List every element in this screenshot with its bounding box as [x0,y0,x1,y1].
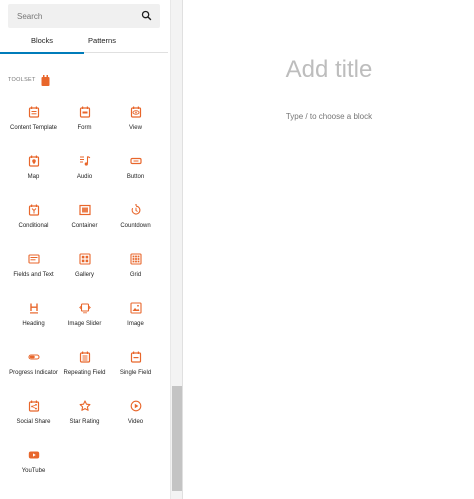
inserter-tabs: Blocks Patterns [0,30,168,54]
repeating-field-icon [79,351,90,363]
block-progress-indicator[interactable]: Progress Indicator [8,341,59,390]
block-map[interactable]: Map [8,145,59,194]
block-label: Content Template [10,125,57,131]
star-rating-icon [79,400,90,411]
audio-icon [79,156,90,166]
post-title-input[interactable]: Add title [184,56,474,84]
block-grid[interactable]: Grid [110,243,161,292]
search-icon[interactable] [141,10,152,21]
scrollbar-thumb[interactable] [172,386,182,491]
block-label: Container [71,223,98,229]
block-image-slider[interactable]: Image Slider [59,292,110,341]
youtube-icon [28,451,39,459]
toolset-section-header: TOOLSET [8,74,50,86]
block-label: Fields and Text [13,272,54,278]
section-title: TOOLSET [8,77,36,83]
block-audio[interactable]: Audio [59,145,110,194]
block-label: Gallery [74,272,94,278]
heading-icon [29,303,38,314]
block-social-share[interactable]: Social Share [8,390,59,439]
block-label: Grid [129,272,142,278]
block-content-template[interactable]: Content Template [8,96,59,145]
block-label: Button [126,174,145,180]
block-label: Image [127,321,144,327]
block-gallery[interactable]: Gallery [59,243,110,292]
block-label: Conditional [18,223,49,229]
block-label: Social Share [16,419,51,425]
tab-patterns[interactable]: Patterns [62,30,142,53]
image-slider-icon [78,303,91,314]
block-single-field[interactable]: Single Field [110,341,161,390]
toolset-logo-icon [41,74,50,86]
block-heading[interactable]: Heading [8,292,59,341]
block-view[interactable]: View [110,96,161,145]
editor-canvas: Add title Type / to choose a block [184,0,474,499]
block-label: Image Slider [67,321,102,327]
content-template-icon [28,106,39,118]
block-appender-prompt[interactable]: Type / to choose a block [184,112,474,121]
grid-icon [129,253,142,265]
single-field-icon [130,351,141,363]
block-grid: Content Template Form View Map Audio Button Co… [8,96,160,488]
image-icon [129,302,142,314]
block-label: Map [27,174,40,180]
view-icon [130,106,141,118]
form-icon [79,106,90,118]
block-label: Audio [76,174,93,180]
block-countdown[interactable]: Countdown [110,194,161,243]
block-repeating-field[interactable]: Repeating Field [59,341,110,390]
block-label: Star Rating [69,419,100,425]
block-label: Single Field [119,370,152,376]
block-youtube[interactable]: YouTube [8,439,59,488]
block-label: View [129,125,142,131]
gallery-icon [78,253,91,265]
block-label: Heading [22,321,45,327]
block-form[interactable]: Form [59,96,110,145]
block-label: YouTube [21,468,46,474]
sidebar-scrollbar[interactable] [170,0,182,499]
social-share-icon [28,400,39,412]
block-video[interactable]: Video [110,390,161,439]
search-box [8,4,160,28]
block-label: Progress Indicator [9,370,58,376]
progress-indicator-icon [27,354,40,360]
map-icon [28,155,39,167]
block-star-rating[interactable]: Star Rating [59,390,110,439]
block-label: Repeating Field [63,370,106,376]
block-conditional[interactable]: Conditional [8,194,59,243]
block-container[interactable]: Container [59,194,110,243]
block-button[interactable]: Button [110,145,161,194]
block-image[interactable]: Image [110,292,161,341]
block-fields-and-text[interactable]: Fields and Text [8,243,59,292]
search-input[interactable] [8,4,138,28]
button-icon [129,157,142,165]
countdown-icon [131,204,140,215]
container-icon [78,204,91,216]
block-inserter-panel: Blocks Patterns TOOLSET Content Template… [0,0,183,499]
block-label: Form [77,125,92,131]
conditional-icon [28,204,39,216]
fields-and-text-icon [27,254,40,264]
video-icon [130,400,141,412]
block-label: Video [127,419,144,425]
block-label: Countdown [120,223,151,229]
